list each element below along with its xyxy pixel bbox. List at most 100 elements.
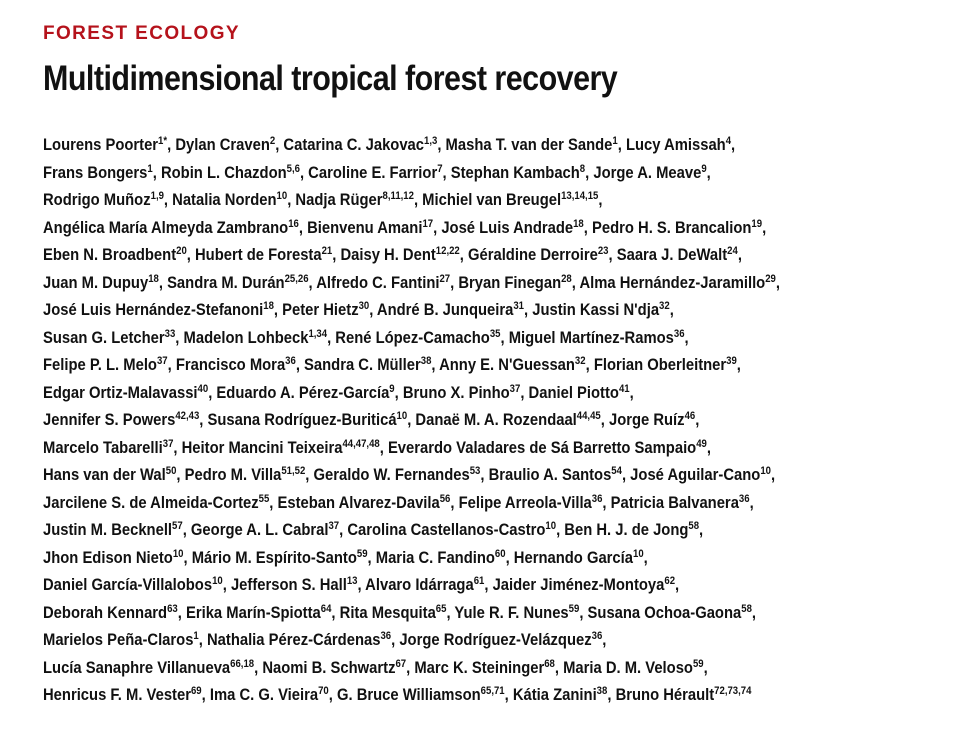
author-separator: , [299,162,309,182]
author-separator: , [167,355,176,374]
author-separator: , [669,300,674,319]
author-name: Florian Oberleitner [593,355,727,374]
author-separator: , [684,327,689,347]
author-name: Michiel van Breugel [422,190,562,209]
affiliation-marker: 62 [664,575,676,587]
affiliation-marker: 32 [659,300,670,312]
author-separator: , [749,492,754,512]
affiliation-marker: 21 [321,245,333,257]
article-header: FOREST ECOLOGY Multidimensional tropical… [43,22,948,101]
author-separator: , [222,575,231,594]
affiliation-marker: 23 [597,245,609,257]
affiliation-marker: 24 [727,245,738,257]
author-separator: , [442,162,451,182]
author-name: Géraldine Derroire [467,245,598,264]
author-separator: , [554,657,564,677]
affiliation-marker: 41 [618,382,630,395]
author-name: Carolina Castellanos-Castro [347,520,546,539]
author-name: Mário M. Espírito-Santo [191,547,357,567]
affiliation-marker: 25,26 [284,272,309,285]
affiliation-marker: 10 [545,520,557,532]
author-name: Jaider Jiménez-Montoya [492,575,665,594]
affiliation-marker: 13 [346,575,358,587]
author-name: Natalia Norden [172,190,277,209]
author-line: Deborah Kennard63, Erika Marín-Spiotta64… [43,599,948,627]
author-separator: , [706,437,711,457]
author-separator: , [295,355,305,374]
author-name: Edgar Ortiz-Malavassi [43,382,198,402]
author-separator: , [182,520,191,539]
author-name: Felipe P. L. Melo [43,355,157,374]
author-separator: , [731,135,736,154]
author-separator: , [583,217,592,237]
author-separator: , [484,575,493,594]
author-name: Esteban Alvarez-Davila [277,492,440,512]
author-name: Yule R. F. Nunes [454,602,569,622]
affiliation-marker: 10 [632,547,644,560]
affiliation-marker: 10 [212,575,223,587]
affiliation-marker: 58 [741,602,752,615]
affiliation-marker: 10 [172,547,184,560]
author-name: Rodrigo Muñoz [43,190,151,209]
author-separator: , [186,245,196,264]
author-name: Jorge Rodríguez-Velázquez [399,630,592,649]
affiliation-marker: 46 [684,410,696,422]
author-line: Angélica María Almeyda Zambrano16, Bienv… [43,214,948,242]
affiliation-marker: 10 [276,190,288,202]
affiliation-marker: 13,14,15 [561,190,599,202]
author-separator: , [617,135,626,154]
author-separator: , [287,190,296,209]
author-name: Eben N. Broadbent [43,245,177,264]
author-separator: , [394,382,403,402]
author-separator: , [450,492,459,512]
author-line: Marielos Peña-Claros1, Nathalia Pérez-Cá… [43,626,948,654]
author-separator: , [308,272,317,292]
author-name: G. Bruce Williamson [336,685,481,704]
author-separator: , [175,327,184,347]
author-list: Lourens Poorter1*, Dylan Craven2, Catari… [43,131,948,709]
author-separator: , [480,465,489,484]
affiliation-marker: 17 [422,217,434,230]
author-separator: , [176,465,185,484]
author-separator: , [621,465,631,484]
affiliation-marker: 42,43 [175,410,200,422]
author-separator: , [167,135,176,154]
affiliation-marker: 1* [158,135,168,147]
author-separator: , [775,272,780,292]
affiliation-marker: 44,47,48 [342,437,380,450]
author-name: Daisy H. Dent [340,245,436,264]
author-name: Lucy Amissah [625,135,726,154]
author-separator: , [643,547,648,567]
affiliation-marker: 8,11,12 [382,190,414,202]
author-separator: , [254,657,263,677]
affiliation-marker: 5,6 [286,162,300,175]
affiliation-marker: 38 [596,685,608,697]
author-name: Geraldo W. Fernandes [313,465,470,484]
author-name: René López-Camacho [335,327,490,347]
author-name: Pedro H. S. Brancalion [591,217,752,237]
author-separator: , [770,465,776,484]
affiliation-marker: 64 [320,602,332,615]
affiliation-marker: 18 [148,272,159,285]
affiliation-marker: 67 [395,657,407,670]
author-name: Hubert de Foresta [195,245,322,264]
author-separator: , [437,135,446,154]
affiliation-marker: 36 [591,630,603,642]
author-separator: , [602,630,607,649]
author-name: Nadja Rüger [295,190,383,209]
author-separator: , [579,602,588,622]
author-line: Henricus F. M. Vester69, Ima C. G. Vieir… [43,681,948,709]
author-name: Caroline E. Farrior [308,162,438,182]
affiliation-marker: 1,3 [424,135,438,147]
author-name: Lucía Sanaphre Villanueva [43,657,231,677]
author-name: Maria D. M. Veloso [563,657,693,677]
author-name: Eduardo A. Pérez-García [216,382,390,402]
author-separator: , [504,685,513,704]
affiliation-marker: 61 [473,575,485,587]
author-separator: , [571,272,580,292]
author-name: Braulio A. Santos [488,465,612,484]
author-name: Sandra M. Durán [167,272,285,292]
author-name: Ima C. G. Vieira [209,685,319,704]
affiliation-marker: 58 [688,520,700,532]
author-name: Pedro M. Villa [184,465,282,484]
